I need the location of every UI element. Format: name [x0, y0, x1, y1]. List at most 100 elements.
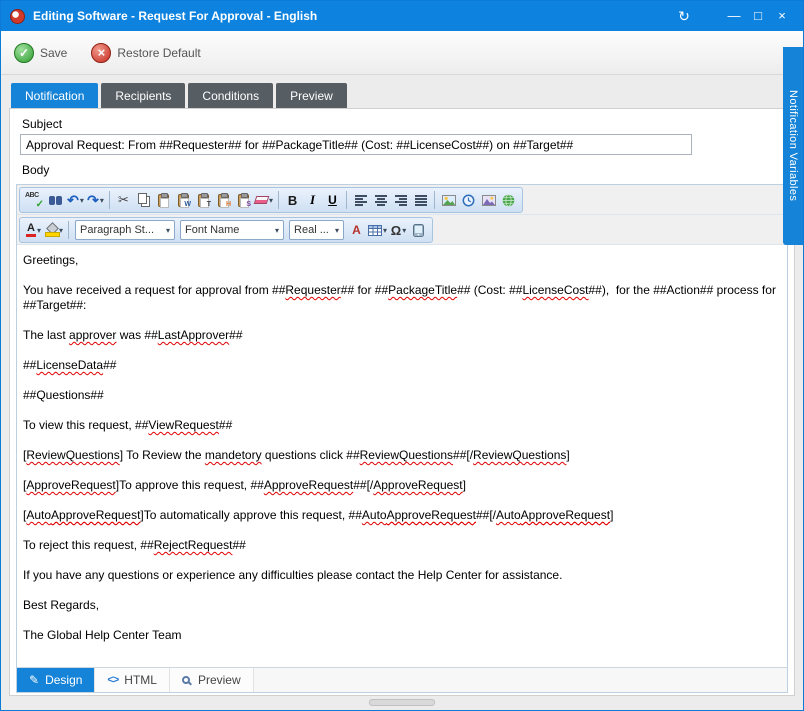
tab-design[interactable]: ✎ Design	[17, 668, 95, 692]
body-paragraph: To reject this request, ##RejectRequest#…	[23, 538, 781, 553]
insert-time-button[interactable]	[459, 190, 478, 210]
tab-conditions[interactable]: Conditions	[188, 83, 273, 108]
insert-link-button[interactable]	[499, 190, 518, 210]
caret-down-icon: ▾	[166, 226, 170, 235]
undo-button[interactable]: ↶ ▾	[66, 190, 85, 210]
insert-object-button[interactable]	[409, 220, 428, 240]
bold-icon: B	[288, 193, 297, 208]
insert-table-button[interactable]: ▾	[367, 220, 388, 240]
font-size-select[interactable]: Real ... ▾	[289, 220, 344, 240]
editor-mode-tabs: ✎ Design <> HTML Preview	[17, 667, 787, 692]
italic-button[interactable]: I	[303, 190, 322, 210]
notification-panel: Subject Body ABC✓ ↶ ▾	[9, 108, 795, 696]
align-center-button[interactable]	[371, 190, 390, 210]
paste-from-word-button[interactable]: W	[174, 190, 193, 210]
align-left-button[interactable]	[351, 190, 370, 210]
highlight-color-button[interactable]: ▾	[44, 220, 64, 240]
body-paragraph: [ApproveRequest]To approve this request,…	[23, 478, 781, 493]
separator	[346, 191, 347, 209]
align-left-icon	[354, 195, 368, 206]
clipboard-html-icon: H	[218, 194, 229, 207]
window-bottom-strip	[1, 696, 803, 710]
paste-plain-text-button[interactable]: T	[194, 190, 213, 210]
separator	[68, 221, 69, 239]
find-button[interactable]	[46, 190, 65, 210]
window-controls: ↻ — □ ×	[672, 5, 794, 27]
justify-button[interactable]	[411, 190, 430, 210]
paragraph-style-select[interactable]: Paragraph St... ▾	[75, 220, 175, 240]
clock-icon	[462, 194, 475, 207]
redo-icon: ↷	[87, 193, 99, 207]
editor-toolbar-row-2: A ▾ ▾ Paragraph St... ▾ Font Name ▾	[17, 215, 787, 245]
save-button[interactable]: ✓ Save	[14, 43, 67, 63]
tab-recipients[interactable]: Recipients	[101, 83, 185, 108]
caret-down-icon: ▾	[275, 226, 279, 235]
body-editor[interactable]: Greetings, You have received a request fo…	[17, 245, 787, 667]
paste-button[interactable]	[154, 190, 173, 210]
body-paragraph: Greetings,	[23, 253, 781, 268]
main-toolbar: ✓ Save × Restore Default	[1, 31, 803, 75]
restore-default-label: Restore Default	[117, 46, 200, 60]
title-bar: Editing Software - Request For Approval …	[1, 1, 803, 31]
notification-variables-tab[interactable]: Notification Variables	[783, 47, 803, 245]
spellcheck-button[interactable]: ABC✓	[24, 190, 45, 210]
spellcheck-icon: ABC✓	[25, 192, 44, 208]
separator	[109, 191, 110, 209]
editor-toolbar-row-1: ABC✓ ↶ ▾ ↷ ▾ ✂	[17, 185, 787, 215]
clipboard-icon	[158, 194, 169, 207]
paste-html-button[interactable]: H	[214, 190, 233, 210]
caret-down-icon: ▾	[335, 226, 339, 235]
body-paragraph: ##LicenseData##	[23, 358, 781, 373]
redo-button[interactable]: ↷ ▾	[86, 190, 105, 210]
align-right-icon	[394, 195, 408, 206]
caret-down-icon: ▾	[80, 196, 84, 205]
tab-html[interactable]: <> HTML	[95, 668, 170, 692]
magnifier-icon	[182, 676, 190, 684]
tab-editor-preview[interactable]: Preview	[170, 668, 254, 692]
close-icon[interactable]: ×	[770, 5, 794, 27]
bold-button[interactable]: B	[283, 190, 302, 210]
clear-formatting-button[interactable]: ▾	[254, 190, 274, 210]
clipboard-special-icon: S	[238, 194, 249, 207]
caret-down-icon: ▾	[37, 226, 41, 235]
underline-button[interactable]: U	[323, 190, 342, 210]
refresh-icon[interactable]: ↻	[672, 5, 696, 27]
align-right-button[interactable]	[391, 190, 410, 210]
italic-icon: I	[310, 192, 315, 208]
clipboard-word-icon: W	[178, 194, 189, 207]
body-paragraph: [AutoApproveRequest]To automatically app…	[23, 508, 781, 523]
restore-default-button[interactable]: × Restore Default	[91, 43, 200, 63]
tab-notification[interactable]: Notification	[11, 83, 98, 108]
insert-image-button[interactable]	[439, 190, 458, 210]
tab-preview[interactable]: Preview	[276, 83, 347, 108]
body-paragraph: The last approver was ##LastApprover##	[23, 328, 781, 343]
insert-symbol-button[interactable]: Ω ▾	[389, 220, 408, 240]
caret-down-icon: ▾	[383, 226, 387, 235]
css-class-icon: A	[352, 223, 361, 237]
binoculars-icon	[49, 196, 55, 205]
body-paragraph: ##Questions##	[23, 388, 781, 403]
insert-picture-button[interactable]	[479, 190, 498, 210]
subject-input[interactable]	[20, 134, 692, 155]
body-paragraph: [ReviewQuestions] To Review the mandetor…	[23, 448, 781, 463]
save-label: Save	[40, 46, 67, 60]
rich-text-editor: ABC✓ ↶ ▾ ↷ ▾ ✂	[16, 184, 788, 693]
caret-down-icon: ▾	[269, 196, 273, 205]
font-color-button[interactable]: A ▾	[24, 220, 43, 240]
font-color-icon: A	[26, 223, 36, 237]
resize-grip[interactable]	[369, 699, 435, 706]
subject-label: Subject	[22, 117, 790, 131]
minimize-icon[interactable]: —	[722, 5, 746, 27]
caret-down-icon: ▾	[402, 226, 406, 235]
body-paragraph: You have received a request for approval…	[23, 283, 781, 313]
maximize-icon[interactable]: □	[746, 5, 770, 27]
paint-bucket-icon	[45, 224, 58, 237]
font-name-select[interactable]: Font Name ▾	[180, 220, 284, 240]
copy-button[interactable]	[134, 190, 153, 210]
scissors-icon: ✂	[118, 192, 129, 208]
globe-icon	[502, 194, 515, 207]
css-class-button[interactable]: A	[347, 220, 366, 240]
cut-button[interactable]: ✂	[114, 190, 133, 210]
pencil-icon: ✎	[29, 673, 39, 687]
paste-special-button[interactable]: S	[234, 190, 253, 210]
